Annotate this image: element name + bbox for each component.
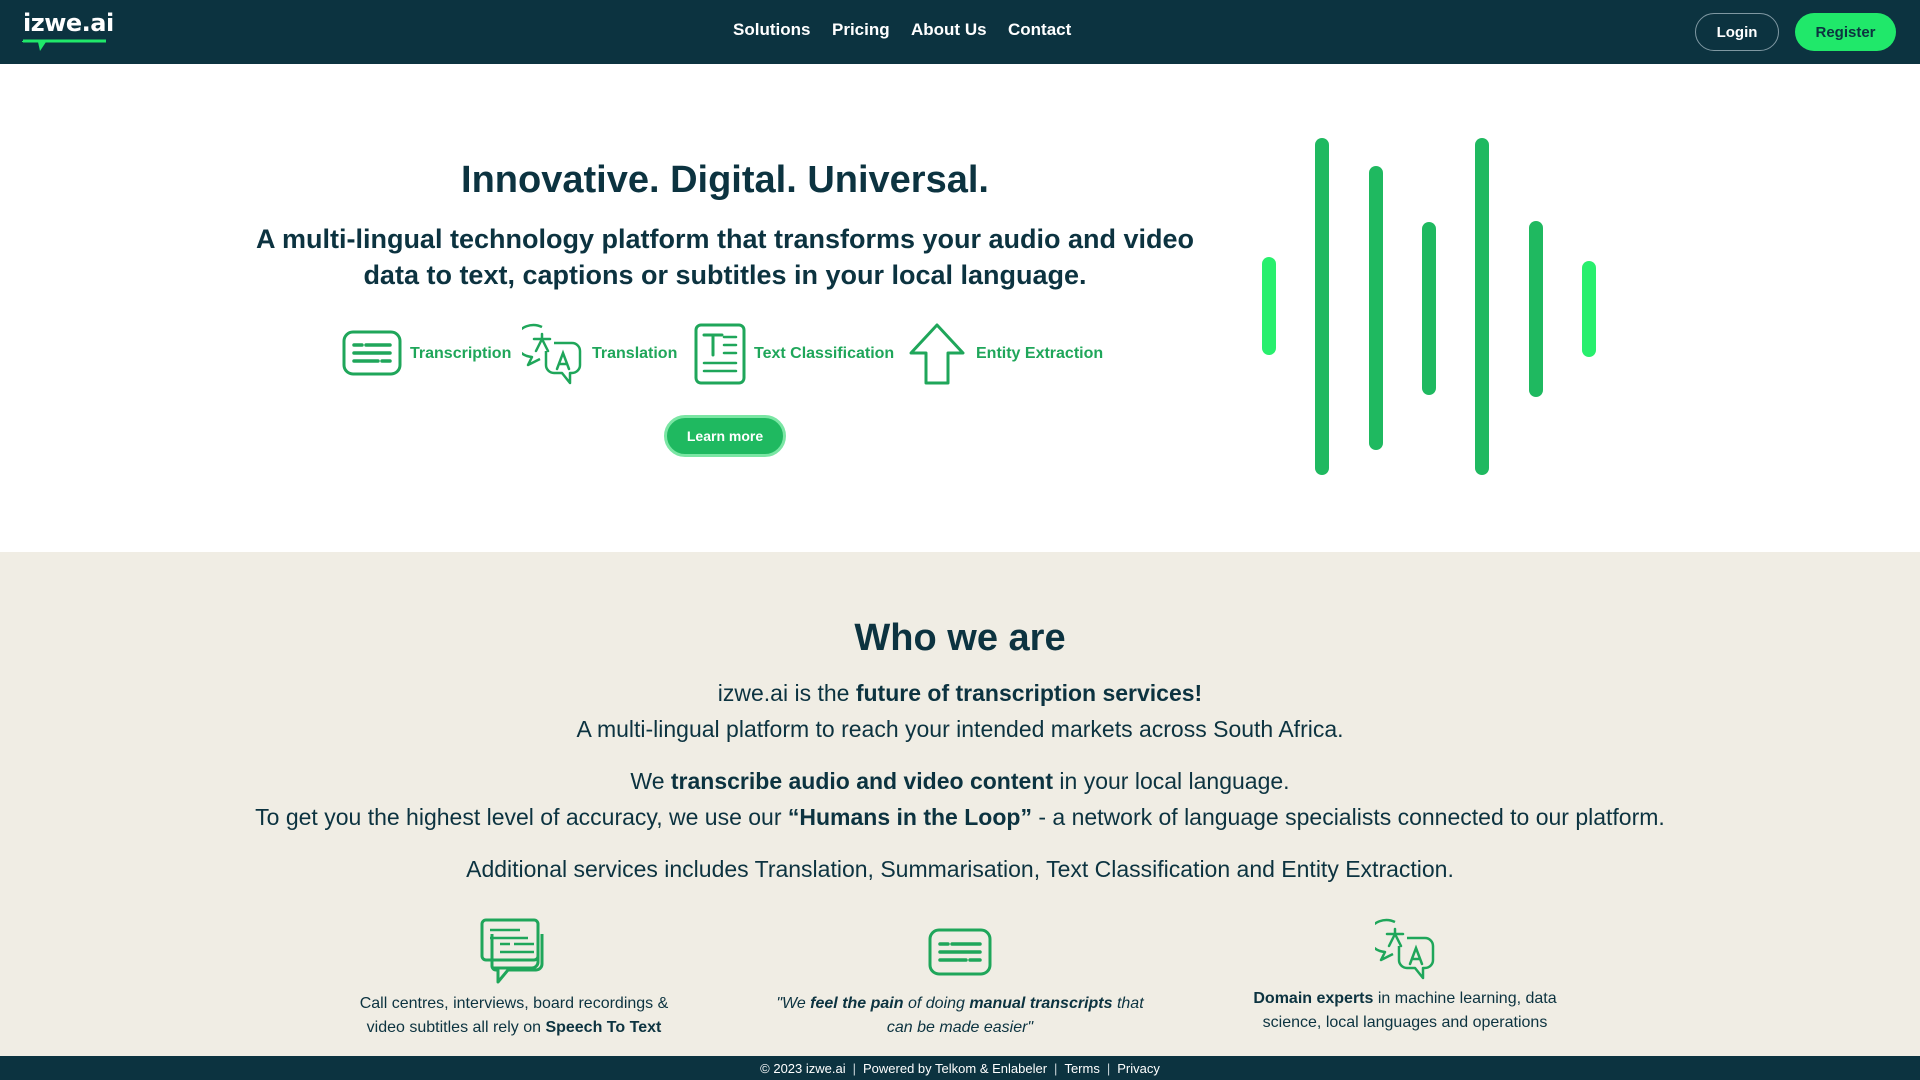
card-domain-experts-line-1: Domain experts in machine learning, data — [1205, 987, 1605, 1011]
who-humans-in-loop: “Humans in the Loop” — [787, 804, 1032, 830]
card-domain-experts-suffix: in machine learning, data — [1373, 990, 1557, 1007]
feature-entity-extraction: Entity Extraction — [906, 322, 1103, 386]
footer-separator: | — [852, 1060, 857, 1076]
register-button[interactable]: Register — [1795, 13, 1896, 51]
footer-terms-link[interactable]: Terms — [1064, 1061, 1099, 1076]
footer-privacy-link[interactable]: Privacy — [1117, 1061, 1160, 1076]
card-quote-line-1: "We feel the pain of doing manual transc… — [760, 992, 1160, 1016]
who-accuracy-prefix: To get you the highest level of accuracy… — [255, 804, 788, 830]
card-quote-end: that — [1112, 995, 1144, 1012]
footer-copyright: © 2023 izwe.ai — [760, 1060, 846, 1076]
who-platform-line: A multi-lingual platform to reach your i… — [576, 716, 1344, 742]
card-quote-line-2: can be made easier" — [886, 1019, 1034, 1036]
card-speech-to-text-text: Call centres, interviews, board recordin… — [314, 992, 714, 1040]
who-transcribe-prefix: We — [630, 768, 671, 794]
nav-solutions[interactable]: Solutions — [733, 20, 810, 40]
feature-translation-label: Translation — [592, 345, 678, 362]
card-domain-experts-line-2: science, local languages and operations — [1262, 1014, 1548, 1031]
who-intro-text: izwe.ai is the — [717, 680, 856, 706]
text-document-icon — [694, 323, 746, 385]
chat-messages-icon — [480, 918, 544, 984]
feature-text-classification-label: Text Classification — [754, 345, 895, 362]
footer-powered-by: Powered by Telkom & Enlabeler — [863, 1060, 1048, 1076]
who-transcribe-suffix: in your local language. — [1053, 768, 1290, 794]
transcription-icon — [342, 330, 402, 376]
nav-contact[interactable]: Contact — [1008, 20, 1071, 40]
hero-subtitle-line-1: A multi-lingual technology platform that… — [255, 224, 1195, 254]
card-domain-experts-text: Domain experts in machine learning, data… — [1205, 987, 1605, 1035]
login-button[interactable]: Login — [1695, 13, 1779, 51]
who-we-are-title: Who we are — [854, 617, 1066, 659]
feature-entity-extraction-label: Entity Extraction — [976, 345, 1104, 362]
footer-separator: | — [1054, 1060, 1058, 1076]
card-quote-text: "We feel the pain of doing manual transc… — [760, 992, 1160, 1040]
hero-subtitle-line-2: data to text, captions or subtitles in y… — [363, 260, 1087, 290]
card-quote-mid: of doing — [903, 995, 970, 1012]
who-transcribe-highlight: transcribe audio and video content — [670, 768, 1054, 794]
card-quote-pain: feel the pain — [810, 995, 904, 1012]
sound-wave-icon — [1262, 138, 1596, 475]
who-intro-highlight: future of transcription services! — [855, 680, 1203, 706]
hero-title: Innovative. Digital. Universal. — [461, 159, 989, 201]
translation-icon — [1375, 918, 1435, 980]
card-speech-to-text-line-1: Call centres, interviews, board recordin… — [359, 995, 669, 1012]
footer-separator: | — [1106, 1060, 1111, 1076]
nav-pricing[interactable]: Pricing — [832, 20, 890, 40]
feature-transcription: Transcription — [342, 322, 511, 386]
learn-more-button[interactable]: Learn more — [664, 415, 786, 457]
top-navigation-bar: izwe.ai Solutions Pricing About Us Conta… — [0, 0, 1920, 64]
card-speech-to-text-line-2: video subtitles all rely on Speech To Te… — [314, 1016, 714, 1040]
who-transcribe-line: We transcribe audio and video content in… — [0, 768, 1920, 795]
main-nav: Solutions Pricing About Us Contact — [0, 0, 1920, 64]
arrow-up-icon — [909, 323, 965, 385]
transcript-lines-icon — [928, 928, 992, 976]
card-domain-experts-highlight: Domain experts — [1253, 990, 1374, 1007]
feature-text-classification: Text Classification — [694, 322, 894, 386]
nav-about-us[interactable]: About Us — [911, 20, 987, 40]
who-services-line: Additional services includes Translation… — [466, 856, 1454, 882]
card-quote-open: "We — [776, 995, 811, 1012]
who-intro-line: izwe.ai is the future of transcription s… — [0, 680, 1920, 707]
who-accuracy-line: To get you the highest level of accuracy… — [0, 804, 1920, 831]
footer: © 2023 izwe.ai | Powered by Telkom & Enl… — [0, 1056, 1920, 1080]
hero-subtitle: A multi-lingual technology platform that… — [225, 221, 1225, 293]
translation-icon — [522, 323, 582, 385]
feature-translation: Translation — [522, 322, 677, 386]
card-speech-to-text-prefix: video subtitles all rely on — [366, 1019, 546, 1036]
card-quote-manual: manual transcripts — [969, 995, 1113, 1012]
who-accuracy-suffix: - a network of language specialists conn… — [1031, 804, 1665, 830]
feature-transcription-label: Transcription — [410, 345, 512, 362]
card-speech-to-text-highlight: Speech To Text — [545, 1019, 662, 1036]
